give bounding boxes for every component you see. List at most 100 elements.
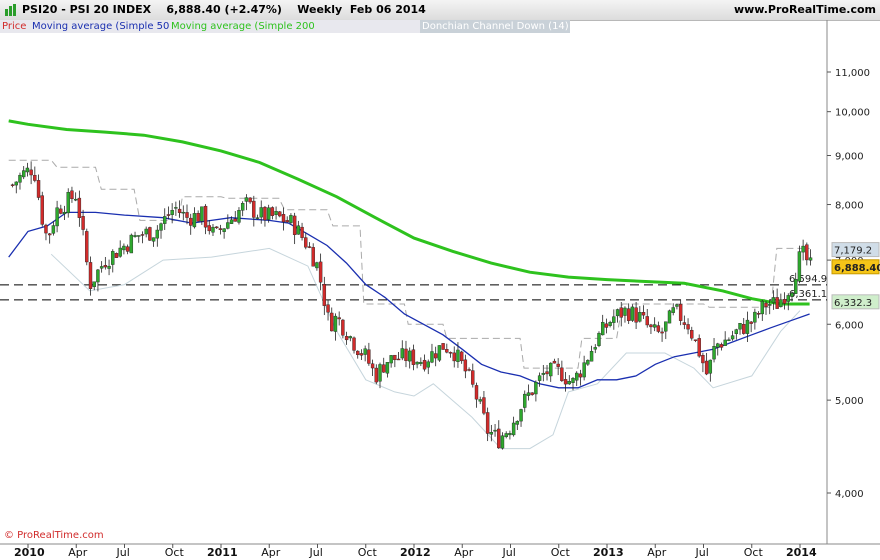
candle-body-30 <box>122 245 126 251</box>
candle-body-156 <box>589 350 594 362</box>
candle-body-124 <box>471 370 475 385</box>
candle-body-153 <box>578 373 583 378</box>
price-chart[interactable]: 6,594.96,361.1 4,0005,0006,0007,0008,000… <box>0 0 880 560</box>
candle-body-26 <box>107 265 111 269</box>
candle-body-35 <box>140 234 145 236</box>
x-tick-label-3: Oct <box>165 546 185 559</box>
candle-body-142 <box>537 375 542 381</box>
candle-body-177 <box>667 310 672 324</box>
candle-body-179 <box>675 304 679 307</box>
candle-body-25 <box>103 265 108 268</box>
candle-body-123 <box>467 369 471 371</box>
candle-body-40 <box>159 223 163 231</box>
candle-body-197 <box>742 324 746 334</box>
candle-body-133 <box>504 433 508 438</box>
candle-body-61 <box>237 210 241 223</box>
candle-body-63 <box>244 197 249 202</box>
candle-body-152 <box>575 372 579 381</box>
candle-body-79 <box>304 237 308 248</box>
candle-body-16 <box>70 190 74 200</box>
candle-body-84 <box>322 284 327 306</box>
candle-body-32 <box>129 234 134 254</box>
candle-body-4 <box>25 167 30 173</box>
candle-body-168 <box>634 307 638 323</box>
candle-body-211 <box>793 279 798 294</box>
candle-body-155 <box>586 360 590 365</box>
x-tick-label-7: Oct <box>358 546 378 559</box>
y-tick-label-7: 11,000 <box>835 68 870 79</box>
candle-body-9 <box>44 224 48 234</box>
x-tick-label-11: Oct <box>551 546 571 559</box>
x-tick-label-1: Apr <box>68 546 88 559</box>
candle-body-27 <box>111 251 115 265</box>
candle-body-0 <box>10 184 15 186</box>
candle-body-34 <box>137 235 141 237</box>
candle-body-31 <box>125 246 130 252</box>
candle-body-83 <box>318 261 323 283</box>
price-label-1: 6,888.40 <box>834 263 880 274</box>
candle-body-110 <box>419 361 423 365</box>
candle-body-129 <box>489 432 494 435</box>
price-label-0: 7,179.2 <box>834 246 872 257</box>
candle-body-37 <box>148 227 152 241</box>
candle-body-112 <box>426 361 430 368</box>
y-tick-label-4: 8,000 <box>835 201 864 212</box>
candle-body-71 <box>274 211 278 215</box>
candle-body-131 <box>497 428 501 449</box>
candle-body-163 <box>615 309 620 317</box>
candle-body-105 <box>400 348 404 359</box>
candle-body-60 <box>233 218 237 222</box>
plot-area <box>0 20 880 545</box>
candle-body-166 <box>626 308 631 321</box>
candle-body-148 <box>560 367 564 381</box>
candle-body-213 <box>801 245 805 253</box>
candle-body-13 <box>59 208 63 214</box>
candle-body-139 <box>526 392 531 396</box>
candle-body-56 <box>218 228 223 230</box>
candle-body-53 <box>207 225 211 232</box>
candle-body-81 <box>311 247 315 267</box>
candle-body-39 <box>155 229 160 239</box>
candle-body-103 <box>393 354 397 361</box>
candle-body-70 <box>270 207 275 216</box>
candle-body-50 <box>196 213 200 222</box>
price-labels: 7,179.2 6,888.40 6,332.3 <box>831 242 880 310</box>
candle-body-42 <box>166 214 171 216</box>
candle-body-186 <box>701 355 705 364</box>
candle-body-52 <box>203 205 208 228</box>
candle-body-120 <box>456 349 460 362</box>
candle-body-58 <box>226 222 230 229</box>
candle-body-77 <box>296 225 301 235</box>
candle-body-28 <box>114 253 119 258</box>
candle-body-134 <box>508 433 512 436</box>
candle-body-140 <box>530 392 534 395</box>
candle-body-14 <box>62 211 67 215</box>
candle-body-192 <box>723 339 727 346</box>
candle-body-130 <box>493 429 497 432</box>
candle-body-164 <box>619 307 623 318</box>
candle-body-74 <box>285 220 289 223</box>
candle-body-47 <box>185 212 189 218</box>
candle-body-161 <box>608 322 612 326</box>
candle-body-150 <box>567 381 571 385</box>
candle-body-132 <box>500 435 505 449</box>
candle-body-146 <box>552 360 557 364</box>
y-tick-label-5: 9,000 <box>835 152 864 163</box>
candle-body-29 <box>118 247 122 257</box>
candle-body-54 <box>211 226 215 233</box>
candle-body-15 <box>66 191 70 214</box>
candle-body-90 <box>344 336 349 341</box>
candle-body-46 <box>181 211 185 214</box>
candle-body-119 <box>452 352 456 362</box>
candle-body-199 <box>749 321 753 324</box>
x-tick-label-4: 2011 <box>207 546 238 559</box>
candle-body-89 <box>341 319 345 336</box>
candle-body-159 <box>600 322 605 336</box>
x-tick-label-5: Apr <box>261 546 281 559</box>
candle-body-109 <box>415 361 419 365</box>
candle-body-147 <box>556 363 560 367</box>
candle-body-165 <box>623 307 627 316</box>
candle-body-171 <box>645 316 649 326</box>
candle-body-185 <box>697 338 701 357</box>
candle-body-118 <box>448 352 453 354</box>
